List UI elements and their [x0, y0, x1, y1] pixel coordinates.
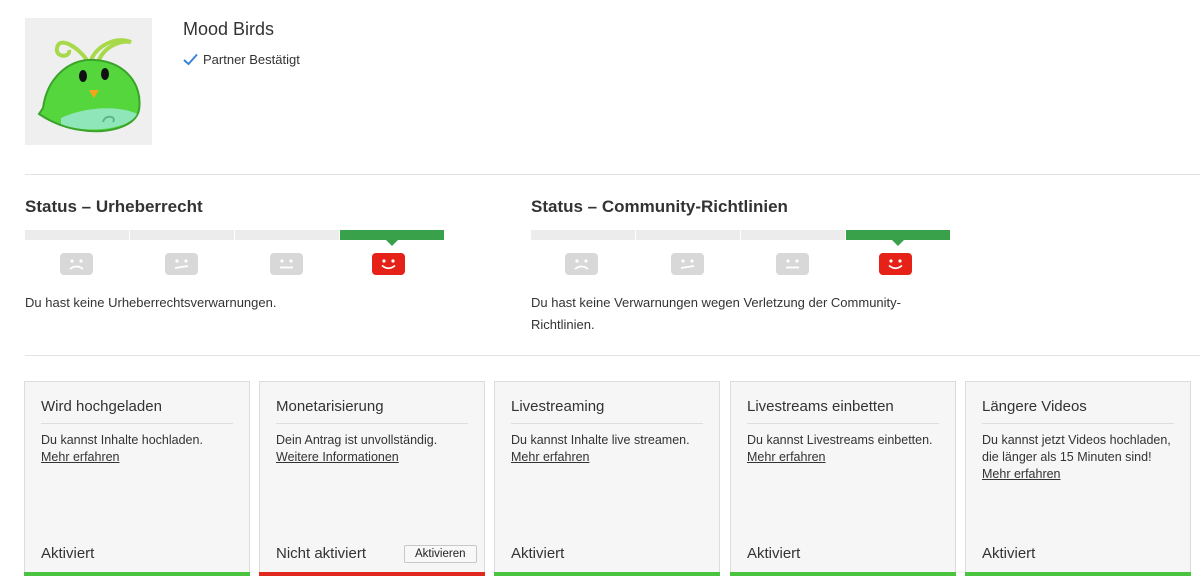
- card-divider: [41, 423, 233, 424]
- card-desc-text: Dein Antrag ist unvollständig.: [276, 433, 438, 447]
- feature-card-upload: Wird hochgeladen Du kannst Inhalte hochl…: [24, 381, 250, 576]
- status-bar-enabled: [494, 572, 720, 576]
- status-pointer: [892, 240, 904, 246]
- card-desc-text: Du kannst Livestreams einbetten.: [747, 433, 933, 447]
- partner-status: Partner Bestätigt: [183, 52, 300, 67]
- status-segment-2: [130, 230, 234, 240]
- copyright-status-title: Status – Urheberrecht: [25, 197, 203, 216]
- card-description: Du kannst Livestreams einbetten. Mehr er…: [747, 432, 945, 466]
- card-state: Nicht aktiviert: [276, 545, 367, 562]
- sad-face-icon: [565, 253, 598, 275]
- activate-button[interactable]: Aktivieren: [404, 545, 477, 563]
- card-divider: [747, 423, 939, 424]
- status-segment-4-active: [340, 230, 444, 240]
- channel-name: Mood Birds: [183, 19, 275, 39]
- copyright-status-meter: [25, 230, 445, 246]
- channel-avatar[interactable]: [25, 18, 152, 145]
- card-desc-text: Du kannst Inhalte hochladen.: [41, 433, 203, 447]
- card-description: Dein Antrag ist unvollständig. Weitere I…: [276, 432, 474, 466]
- community-status-section: Status – Community-Richtlinien Du hast k…: [531, 197, 1001, 332]
- status-segment-1: [531, 230, 635, 240]
- unhappy-face-icon: [671, 253, 704, 275]
- card-divider: [982, 423, 1174, 424]
- sad-face-icon: [60, 253, 93, 275]
- card-title: Wird hochgeladen: [41, 398, 162, 415]
- card-divider: [511, 423, 703, 424]
- card-state: Aktiviert: [747, 545, 801, 562]
- feature-card-embed-livestreams: Livestreams einbetten Du kannst Livestre…: [730, 381, 956, 576]
- status-bar-enabled: [24, 572, 250, 576]
- happy-face-icon: [879, 253, 912, 275]
- feature-card-livestreaming: Livestreaming Du kannst Inhalte live str…: [494, 381, 720, 576]
- status-segment-3: [235, 230, 339, 240]
- status-segment-1: [25, 230, 129, 240]
- card-state: Aktiviert: [511, 545, 565, 562]
- status-pointer: [386, 240, 398, 246]
- happy-face-icon: [372, 253, 405, 275]
- status-segment-4-active: [846, 230, 950, 240]
- learn-more-link[interactable]: Mehr erfahren: [41, 449, 239, 466]
- divider: [25, 355, 1200, 356]
- divider: [25, 174, 1200, 175]
- neutral-face-icon: [270, 253, 303, 275]
- neutral-face-icon: [776, 253, 809, 275]
- status-bar-enabled: [965, 572, 1191, 576]
- status-bar-disabled: [259, 572, 485, 576]
- card-state: Aktiviert: [982, 545, 1036, 562]
- community-status-text: Du hast keine Verwarnungen wegen Verletz…: [531, 295, 901, 332]
- partner-label: Partner Bestätigt: [203, 52, 300, 67]
- unhappy-face-icon: [165, 253, 198, 275]
- card-description: Du kannst Inhalte live streamen. Mehr er…: [511, 432, 709, 466]
- card-description: Du kannst jetzt Videos hochladen, die lä…: [982, 432, 1180, 483]
- copyright-status-text: Du hast keine Urheberrechtsverwarnungen.: [25, 295, 277, 310]
- feature-card-longer-videos: Längere Videos Du kannst jetzt Videos ho…: [965, 381, 1191, 576]
- card-title: Längere Videos: [982, 398, 1087, 415]
- more-info-link[interactable]: Weitere Informationen: [276, 449, 474, 466]
- card-state: Aktiviert: [41, 545, 95, 562]
- feature-card-monetization: Monetarisierung Dein Antrag ist unvollst…: [259, 381, 485, 576]
- status-bar-enabled: [730, 572, 956, 576]
- card-description: Du kannst Inhalte hochladen. Mehr erfahr…: [41, 432, 239, 466]
- status-segment-2: [636, 230, 740, 240]
- learn-more-link[interactable]: Mehr erfahren: [982, 466, 1180, 483]
- checkmark-icon: [183, 53, 198, 66]
- bird-logo-icon: [25, 18, 152, 145]
- card-title: Livestreaming: [511, 398, 605, 415]
- learn-more-link[interactable]: Mehr erfahren: [511, 449, 709, 466]
- learn-more-link[interactable]: Mehr erfahren: [747, 449, 945, 466]
- status-segment-3: [741, 230, 845, 240]
- card-divider: [276, 423, 468, 424]
- community-status-meter: [531, 230, 951, 246]
- card-desc-text: Du kannst Inhalte live streamen.: [511, 433, 690, 447]
- card-title: Livestreams einbetten: [747, 398, 894, 415]
- community-status-title: Status – Community-Richtlinien: [531, 197, 788, 216]
- card-title: Monetarisierung: [276, 398, 384, 415]
- copyright-status-section: Status – Urheberrecht Du hast keine Urhe…: [25, 197, 495, 310]
- card-desc-text: Du kannst jetzt Videos hochladen, die lä…: [982, 433, 1171, 464]
